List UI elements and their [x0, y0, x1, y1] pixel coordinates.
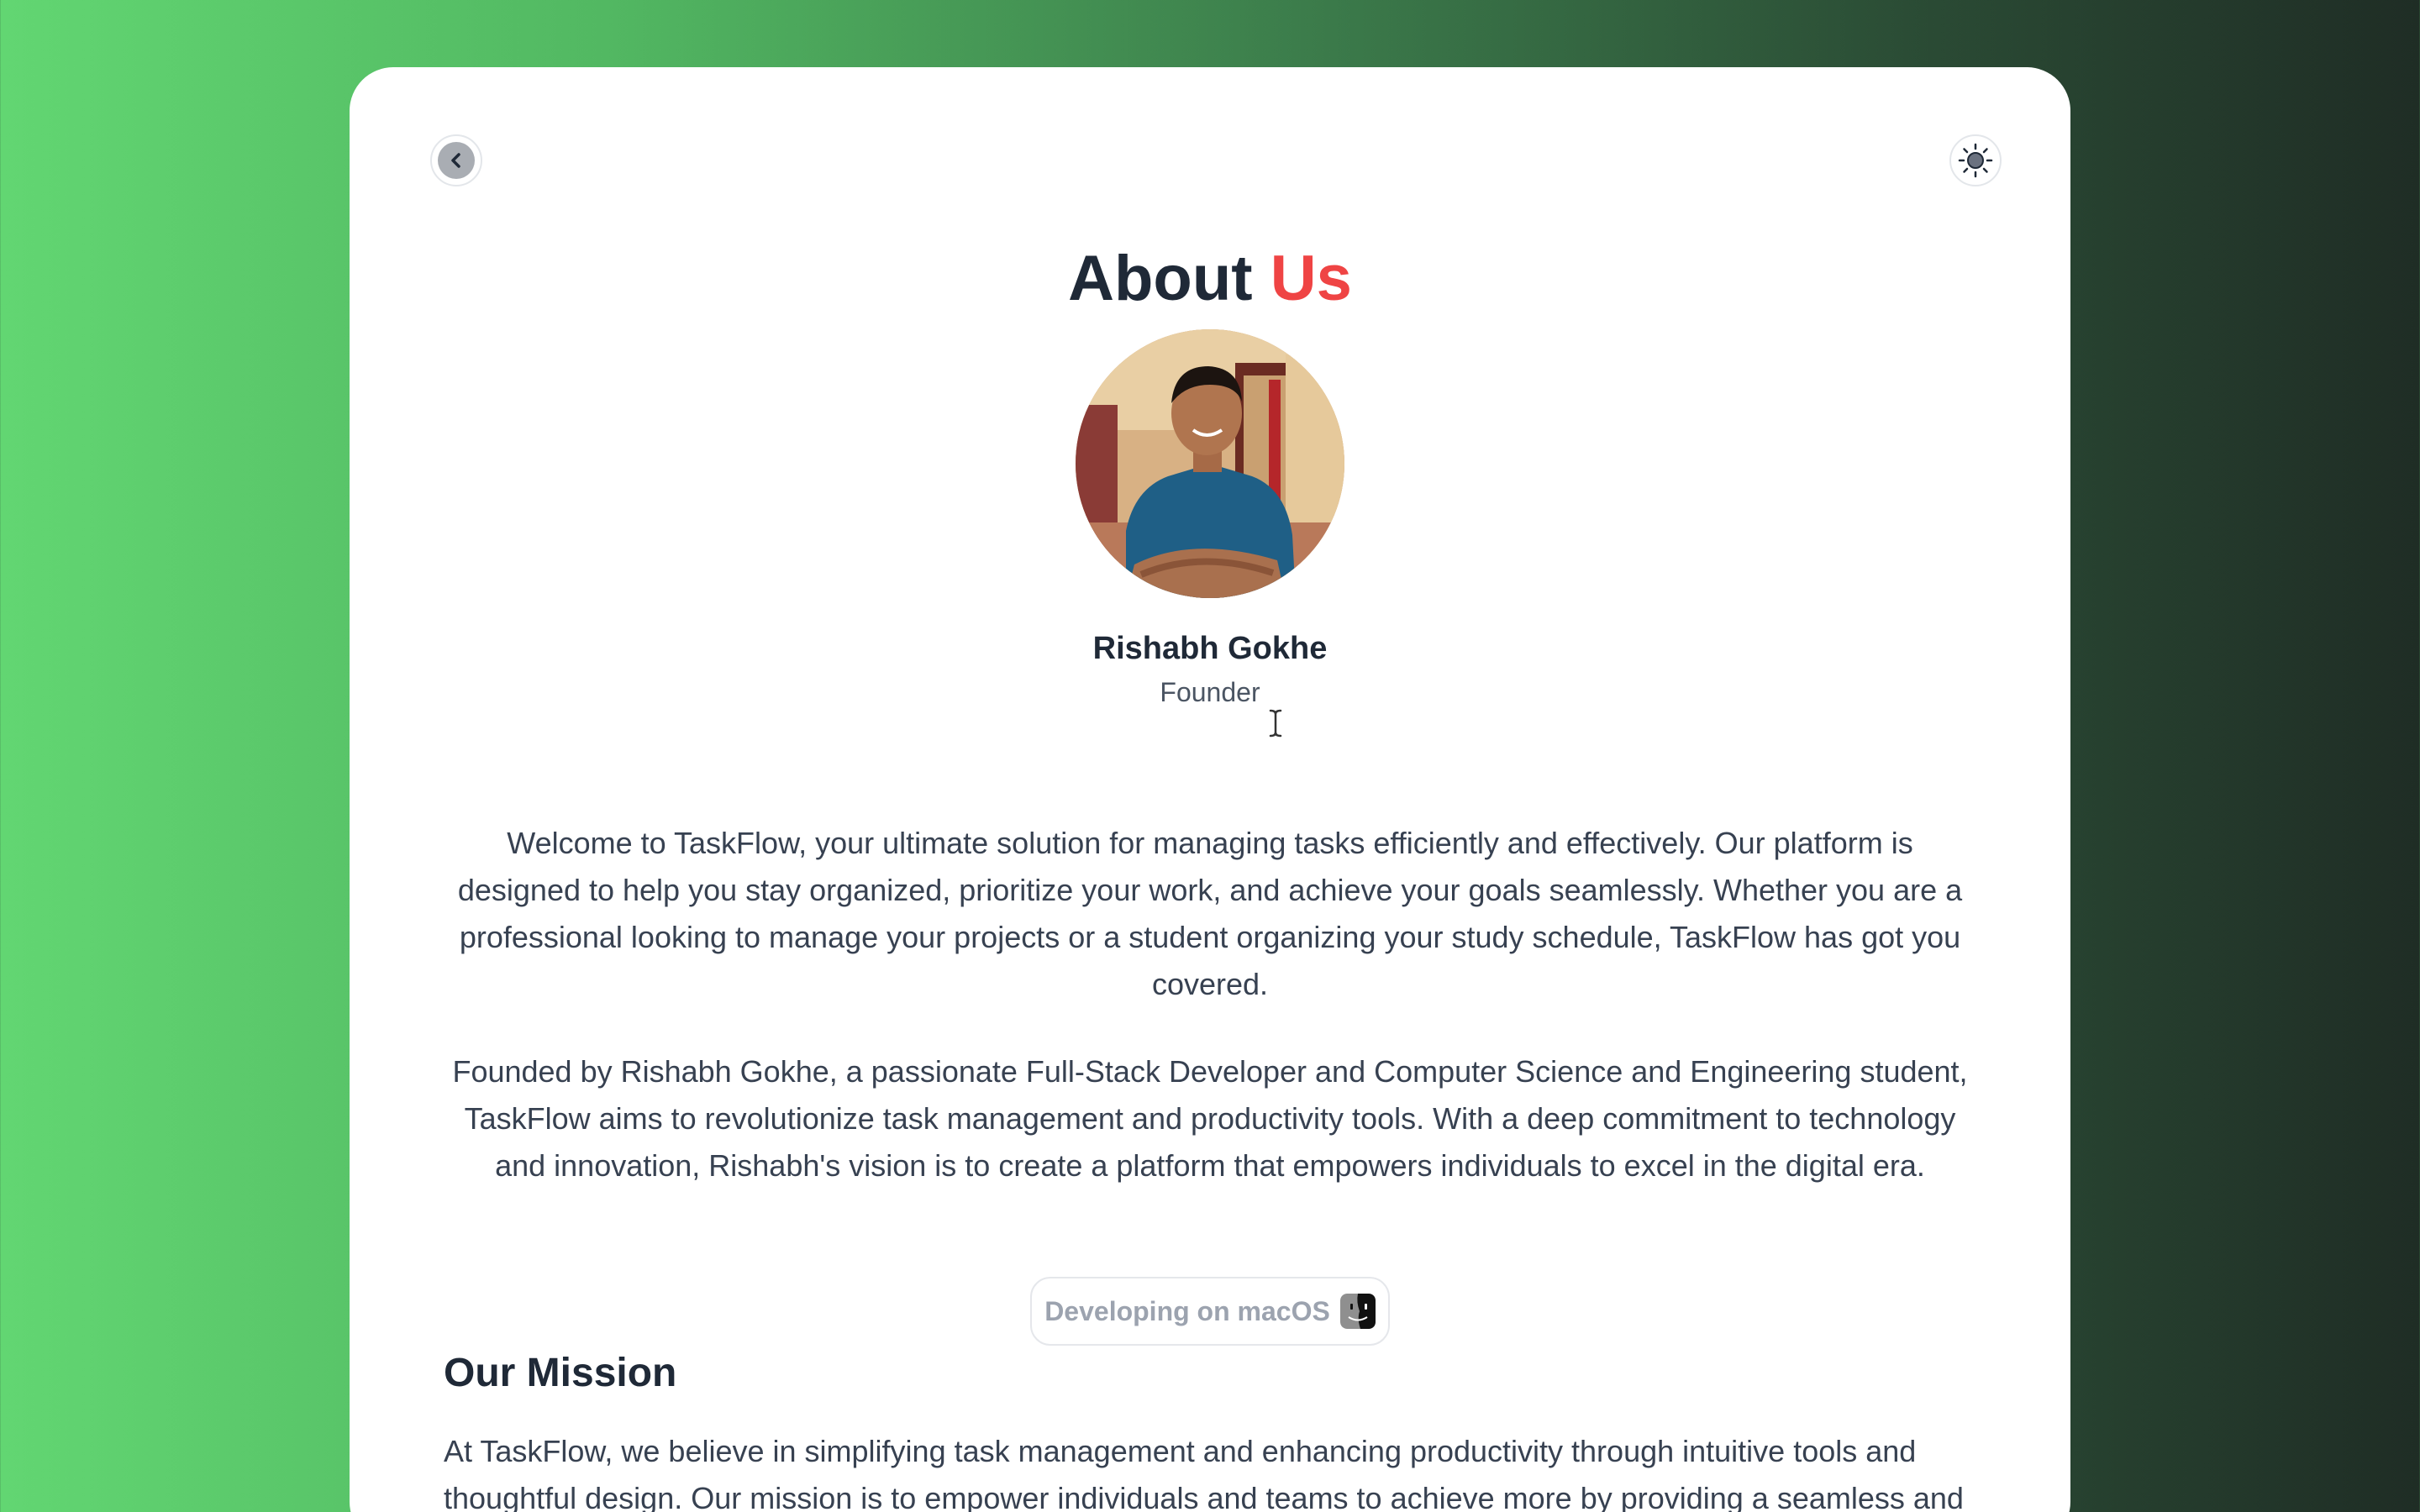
about-card: About Us Rishabh Gokhe Founder Welcome t…: [350, 67, 2070, 1512]
back-button[interactable]: [430, 134, 482, 186]
founder-paragraph: Founded by Rishabh Gokhe, a passionate F…: [452, 1054, 1968, 1183]
macos-badge-label: Developing on macOS: [1044, 1295, 1330, 1326]
theme-toggle-button[interactable]: [1949, 134, 2002, 186]
finder-icon: [1339, 1294, 1376, 1329]
avatar: [1076, 329, 1344, 598]
intro-paragraph: Welcome to TaskFlow, your ultimate solut…: [457, 826, 1963, 1001]
chevron-left-icon: [438, 142, 475, 179]
mission-paragraph: At TaskFlow, we believe in simplifying t…: [444, 1434, 1964, 1512]
macos-badge[interactable]: Developing on macOS: [1030, 1277, 1390, 1346]
founder-name: Rishabh Gokhe: [1092, 631, 1328, 666]
page-title: About Us: [350, 247, 2070, 311]
founder-role: Founder: [1160, 677, 1260, 707]
mission-heading: Our Mission: [444, 1351, 677, 1395]
title-accent: Us: [1270, 243, 1352, 314]
sun-icon: [1958, 143, 1993, 178]
title-main: About: [1068, 243, 1253, 314]
